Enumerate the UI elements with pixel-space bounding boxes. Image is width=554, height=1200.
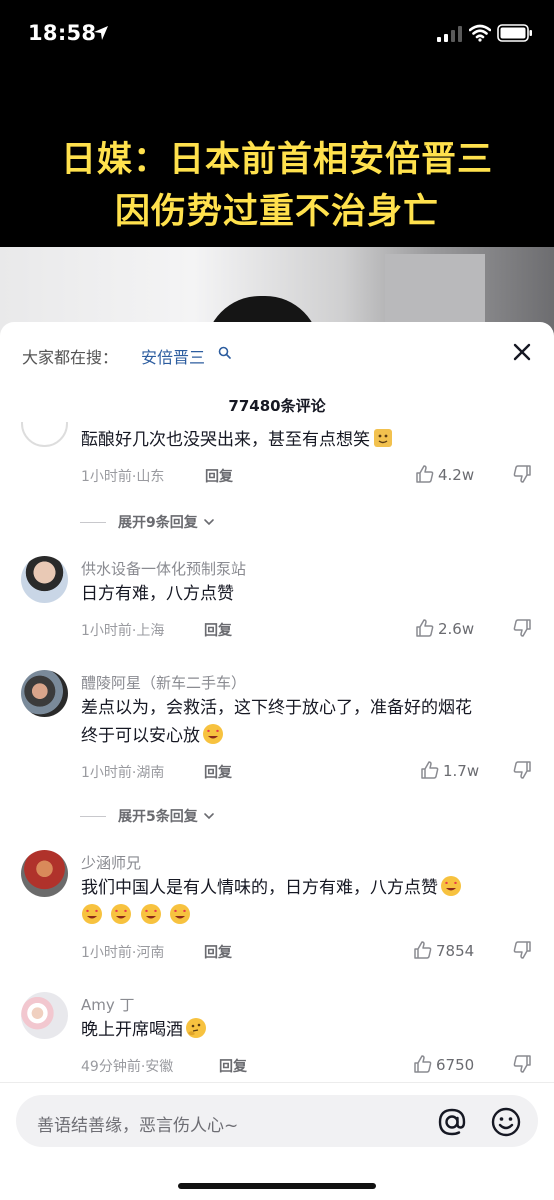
comment-text: 我们中国人是有人情味的，日方有难，八方点赞 bbox=[81, 874, 521, 930]
chevron-down-icon bbox=[203, 519, 214, 526]
thumbs-down-icon[interactable] bbox=[512, 1054, 532, 1074]
avatar[interactable] bbox=[21, 850, 68, 897]
status-time: 18:58 bbox=[28, 21, 97, 45]
comment-input-placeholder: 善语结善缘，恶言伤人心~ bbox=[37, 1116, 239, 1136]
battery-icon bbox=[497, 24, 532, 42]
comment-text: 晚上开席喝酒 bbox=[81, 1016, 521, 1044]
expand-replies-button[interactable]: 展开9条回复 bbox=[80, 512, 216, 532]
comment-text: 酝酿好几次也没哭出来，甚至有点想笑 bbox=[81, 426, 521, 454]
comment-text-line-2: 终于可以安心放 bbox=[81, 722, 521, 750]
like-count: 6750 bbox=[436, 1056, 475, 1074]
chevron-down-icon bbox=[203, 813, 214, 820]
status-bar: 18:58 bbox=[0, 0, 554, 64]
comment-time-location: 1小时前·湖南 bbox=[81, 765, 165, 781]
thumbs-up-icon[interactable] bbox=[415, 618, 435, 638]
thumbs-up-icon[interactable] bbox=[413, 1054, 433, 1074]
expand-replies-button[interactable]: 展开5条回复 bbox=[80, 806, 216, 826]
thumbs-down-icon[interactable] bbox=[512, 618, 532, 638]
expand-divider bbox=[80, 815, 106, 817]
thumbs-down-icon[interactable] bbox=[512, 464, 532, 484]
comment-username[interactable]: 醴陵阿星（新车二手车） bbox=[81, 672, 246, 693]
avatar[interactable] bbox=[21, 670, 68, 717]
reply-button[interactable]: 回复 bbox=[204, 620, 232, 640]
thumbs-down-icon[interactable] bbox=[512, 760, 532, 780]
face-sticker-icon bbox=[374, 429, 392, 447]
thinking-emoji-icon bbox=[186, 1018, 206, 1038]
heart-eyes-emoji-icon bbox=[170, 904, 191, 924]
thumbs-up-icon[interactable] bbox=[420, 760, 440, 780]
expand-label: 展开5条回复 bbox=[118, 809, 198, 825]
hot-search-label: 大家都在搜： bbox=[22, 348, 119, 367]
comment-count-title: 77480条评论 bbox=[228, 397, 326, 415]
like-count: 7854 bbox=[436, 942, 475, 960]
comment-input-bar: 善语结善缘，恶言伤人心~ bbox=[0, 1082, 554, 1200]
avatar[interactable] bbox=[21, 992, 68, 1039]
comment-time-location: 1小时前·山东 bbox=[81, 469, 165, 485]
reply-button[interactable]: 回复 bbox=[219, 1056, 247, 1076]
comment-time-location: 49分钟前·安徽 bbox=[81, 1059, 174, 1075]
avatar[interactable] bbox=[21, 556, 68, 603]
video-headline: 日媒：日本前首相安倍晋三 因伤势过重不治身亡 bbox=[0, 134, 554, 238]
comment-input[interactable]: 善语结善缘，恶言伤人心~ bbox=[16, 1095, 538, 1147]
at-mention-icon[interactable] bbox=[436, 1106, 468, 1138]
heart-eyes-emoji-icon bbox=[111, 904, 132, 924]
signal-icon bbox=[437, 26, 462, 42]
emoji-icon[interactable] bbox=[490, 1106, 522, 1138]
avatar[interactable] bbox=[21, 422, 68, 447]
thumbs-up-icon[interactable] bbox=[415, 464, 435, 484]
comment-username[interactable]: 供水设备一体化预制泵站 bbox=[81, 558, 246, 579]
like-count: 4.2w bbox=[438, 466, 475, 484]
search-icon[interactable] bbox=[218, 346, 231, 359]
heart-eyes-emoji-icon bbox=[140, 904, 161, 924]
thumbs-up-icon[interactable] bbox=[413, 940, 433, 960]
home-indicator bbox=[178, 1183, 376, 1189]
comment-text: 日方有难，八方点赞 bbox=[81, 584, 234, 604]
headline-line-2: 因伤势过重不治身亡 bbox=[114, 192, 439, 232]
reply-button[interactable]: 回复 bbox=[204, 942, 232, 962]
expand-label: 展开9条回复 bbox=[118, 515, 198, 531]
comment-emoji-row bbox=[81, 902, 521, 930]
like-count: 2.6w bbox=[438, 620, 475, 638]
comment-time-location: 1小时前·上海 bbox=[81, 623, 165, 639]
like-count: 1.7w bbox=[443, 762, 480, 780]
heart-eyes-emoji-icon bbox=[441, 876, 461, 896]
heart-eyes-emoji-icon bbox=[203, 724, 223, 744]
comment-time-location: 1小时前·河南 bbox=[81, 945, 165, 961]
location-arrow-icon bbox=[94, 26, 108, 40]
reply-button[interactable]: 回复 bbox=[204, 762, 232, 782]
headline-line-1: 日媒：日本前首相安倍晋三 bbox=[60, 140, 493, 180]
comment-text-line-1: 我们中国人是有人情味的，日方有难，八方点赞 bbox=[81, 874, 521, 902]
comment-username[interactable]: 少涵师兄 bbox=[81, 852, 141, 873]
comment-text: 差点以为，会救活，这下终于放心了，准备好的烟花 终于可以安心放 bbox=[81, 694, 521, 750]
reply-button[interactable]: 回复 bbox=[205, 466, 233, 486]
heart-eyes-emoji-icon bbox=[82, 904, 102, 924]
expand-divider bbox=[80, 521, 106, 523]
wifi-icon bbox=[469, 24, 491, 42]
hot-search-term-link[interactable]: 安倍晋三 bbox=[141, 344, 205, 368]
thumbs-down-icon[interactable] bbox=[512, 940, 532, 960]
comment-list[interactable]: 酝酿好几次也没哭出来，甚至有点想笑 1小时前·山东 回复 4.2w 展开9条回复… bbox=[0, 422, 554, 1082]
comment-text-line-1: 差点以为，会救活，这下终于放心了，准备好的烟花 bbox=[81, 698, 472, 718]
video-background[interactable]: 日媒：日本前首相安倍晋三 因伤势过重不治身亡 bbox=[0, 64, 554, 344]
comment-sheet: 大家都在搜： 安倍晋三 77480条评论 酝酿好几次也没哭出来，甚至有点想笑 1… bbox=[0, 322, 554, 1200]
close-icon[interactable] bbox=[510, 340, 534, 364]
comment-username[interactable]: Amy 丁 bbox=[81, 994, 135, 1015]
